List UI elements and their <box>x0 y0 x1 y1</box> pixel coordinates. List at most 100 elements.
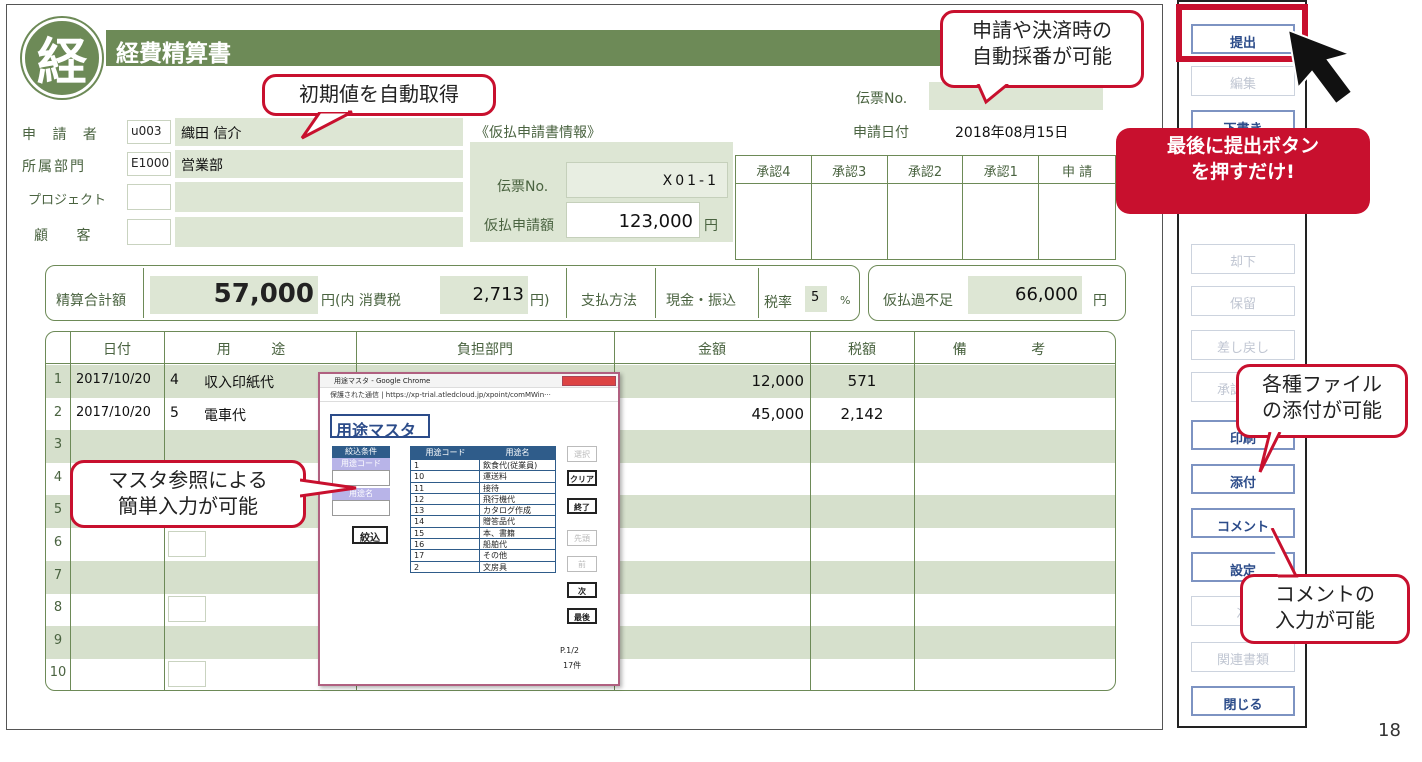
master-list-item[interactable]: 17 その他 <box>411 549 555 561</box>
col-tax: 税額 <box>848 342 876 358</box>
side-button[interactable]: 却下 <box>1191 244 1295 274</box>
row-tax[interactable] <box>810 430 914 463</box>
project-code[interactable] <box>127 184 171 210</box>
row-note[interactable] <box>914 658 1114 690</box>
row-code-input[interactable] <box>168 596 206 623</box>
side-button[interactable]: 編集 <box>1191 66 1295 96</box>
row-amount[interactable] <box>614 430 810 463</box>
row-date[interactable] <box>70 561 164 594</box>
master-list-item[interactable]: 12 飛行機代 <box>411 492 555 505</box>
row-amount[interactable]: 12,000 <box>614 365 810 398</box>
row-amount[interactable] <box>614 626 810 659</box>
form-logo: 経 <box>22 18 102 98</box>
master-list-item[interactable]: 1 飲食代(従業員) <box>411 459 555 471</box>
row-tax[interactable] <box>810 561 914 594</box>
row-note[interactable] <box>914 430 1114 463</box>
tax-rate-label: 税率 <box>764 295 792 311</box>
row-code-input[interactable] <box>168 531 206 557</box>
row-note[interactable] <box>914 626 1114 659</box>
master-list-item[interactable]: 10 運送料 <box>411 470 555 482</box>
row-code[interactable] <box>164 626 204 659</box>
approval-header: 承認3 <box>811 156 888 184</box>
side-button[interactable]: 閉じる <box>1191 686 1295 716</box>
popup-url: 保護された通信 | https://xp-trial.atledcloud.jp… <box>320 388 618 402</box>
master-first-button[interactable]: 先頭 <box>567 530 597 546</box>
row-date[interactable] <box>70 593 164 626</box>
row-date[interactable] <box>70 430 164 463</box>
list-col-name: 用途名 <box>505 448 530 457</box>
master-end-button[interactable]: 終了 <box>567 498 597 514</box>
row-code[interactable]: 5 <box>164 398 204 431</box>
approval-stamp <box>888 184 964 259</box>
master-list-item[interactable]: 2 文房具 <box>411 560 555 572</box>
row-date[interactable] <box>70 528 164 561</box>
master-list-item[interactable]: 16 船舶代 <box>411 538 555 550</box>
row-number: 8 <box>53 600 63 616</box>
master-prev-button[interactable]: 前 <box>567 556 597 572</box>
row-tax[interactable]: 2,142 <box>810 398 914 431</box>
row-note[interactable] <box>914 495 1114 528</box>
master-list-item[interactable]: 14 贈答品代 <box>411 515 555 527</box>
callout-submit: 最後に提出ボタン を押すだけ! <box>1116 128 1370 214</box>
row-date[interactable] <box>70 626 164 659</box>
tax-rate-value[interactable]: 5 <box>805 286 827 312</box>
total-label: 精算合計額 <box>56 293 126 309</box>
row-tax[interactable] <box>810 593 914 626</box>
master-next-button[interactable]: 次 <box>567 582 597 598</box>
dept-name: 営業部 <box>175 150 463 178</box>
row-code[interactable] <box>164 561 204 594</box>
row-note[interactable] <box>914 398 1114 431</box>
window-controls[interactable] <box>562 376 616 386</box>
master-list-item[interactable]: 11 接待 <box>411 481 555 493</box>
customer-name <box>175 217 463 247</box>
row-amount[interactable] <box>614 463 810 496</box>
pay-method-value[interactable]: 現金・振込 <box>666 290 736 310</box>
master-item-name: その他 <box>483 551 508 561</box>
approval-stamp <box>963 184 1040 259</box>
dept-code[interactable]: E1000 <box>127 152 171 176</box>
row-amount[interactable] <box>614 561 810 594</box>
filter-button[interactable]: 絞込 <box>352 526 388 544</box>
master-item-name: 飛行機代 <box>483 494 516 504</box>
approval-header: 承認4 <box>736 156 812 184</box>
row-code[interactable] <box>164 430 204 463</box>
percent: % <box>840 294 851 307</box>
row-note[interactable] <box>914 365 1114 398</box>
row-amount[interactable] <box>614 495 810 528</box>
applicant-code[interactable]: u003 <box>127 120 171 144</box>
row-code-input[interactable] <box>168 661 206 688</box>
row-note[interactable] <box>914 561 1114 594</box>
master-clear-button[interactable]: クリア <box>567 470 597 486</box>
row-tax[interactable] <box>810 495 914 528</box>
master-item-name: 運送料 <box>483 472 508 482</box>
col-purpose: 用 途 <box>216 342 304 358</box>
row-note[interactable] <box>914 528 1114 561</box>
row-amount[interactable] <box>614 593 810 626</box>
master-item-code: 11 <box>411 482 481 493</box>
master-list-item[interactable]: 15 本、書籍 <box>411 526 555 539</box>
row-tax[interactable]: 571 <box>810 365 914 398</box>
side-button[interactable]: 保留 <box>1191 286 1295 316</box>
row-amount[interactable] <box>614 528 810 561</box>
customer-code[interactable] <box>127 219 171 245</box>
row-tax[interactable] <box>810 626 914 659</box>
row-date[interactable]: 2017/10/20 <box>70 365 164 398</box>
row-note[interactable] <box>914 463 1114 496</box>
master-item-name: 飲食代(従業員) <box>483 461 538 470</box>
approval-header: 承認2 <box>887 156 964 184</box>
master-select-button[interactable]: 選択 <box>567 446 597 462</box>
side-button[interactable]: 関連書類 <box>1191 642 1295 672</box>
row-tax[interactable] <box>810 658 914 690</box>
side-button[interactable]: 差し戻し <box>1191 330 1295 360</box>
row-tax[interactable] <box>810 528 914 561</box>
advance-info-label: 《仮払申請書情報》 <box>475 125 601 141</box>
row-date[interactable] <box>70 658 164 690</box>
row-code[interactable]: 4 <box>164 365 204 398</box>
master-last-button[interactable]: 最後 <box>567 608 597 624</box>
row-note[interactable] <box>914 593 1114 626</box>
row-amount[interactable] <box>614 658 810 690</box>
row-date[interactable]: 2017/10/20 <box>70 398 164 431</box>
master-list-item[interactable]: 13 カタログ作成 <box>411 504 555 516</box>
row-amount[interactable]: 45,000 <box>614 398 810 431</box>
row-tax[interactable] <box>810 463 914 496</box>
